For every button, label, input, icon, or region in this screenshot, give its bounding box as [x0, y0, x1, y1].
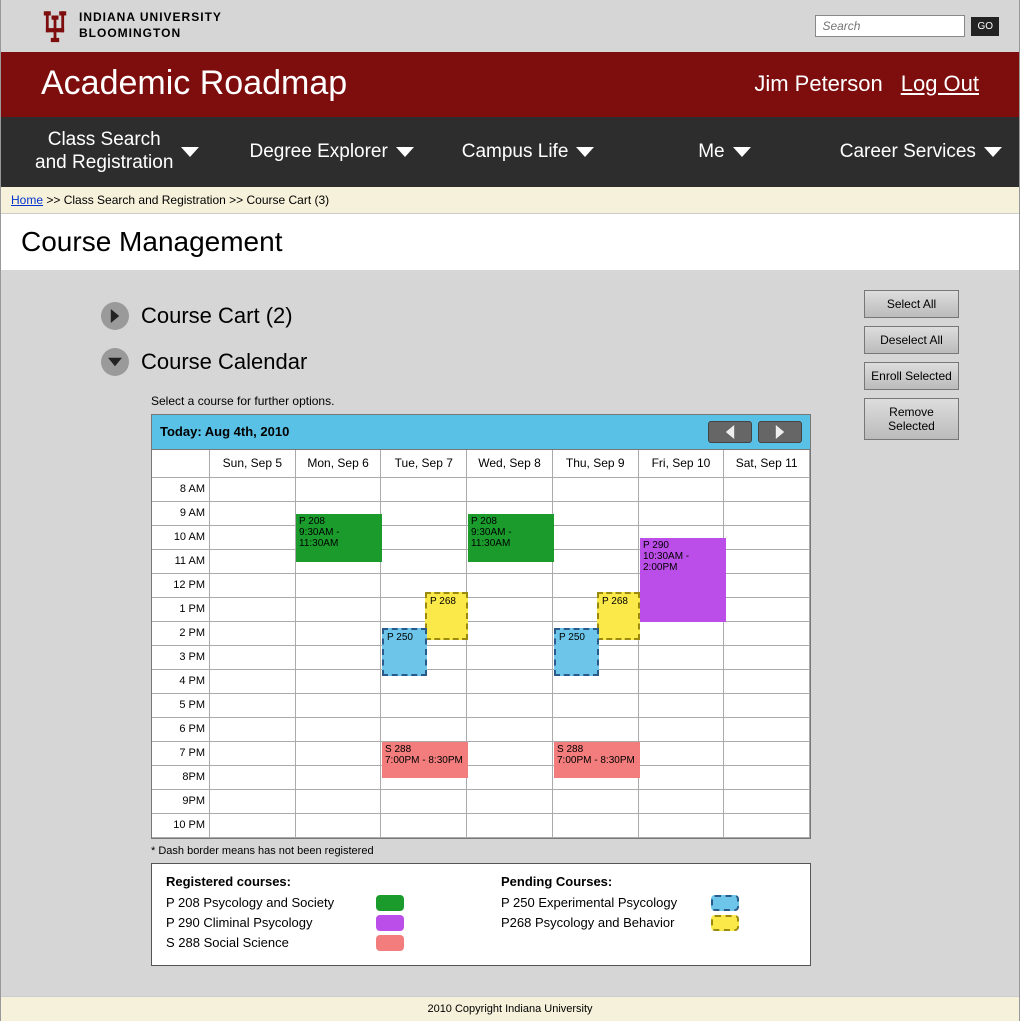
page-footer: 2010 Copyright Indiana University	[1, 996, 1019, 1021]
remove-selected-button[interactable]: Remove Selected	[864, 398, 959, 440]
search-go-button[interactable]: GO	[971, 17, 999, 36]
chevron-down-icon	[576, 147, 594, 157]
top-bar: INDIANA UNIVERSITY BLOOMINGTON GO	[1, 0, 1019, 52]
event-p208-wed[interactable]: P 208 9:30AM - 11:30AM	[468, 514, 554, 562]
event-p250-tue[interactable]: P 250	[382, 628, 427, 676]
enroll-selected-button[interactable]: Enroll Selected	[864, 362, 959, 390]
search-input[interactable]	[815, 15, 965, 37]
chevron-down-icon	[108, 355, 122, 369]
day-header: Tue, Sep 7	[381, 450, 467, 478]
course-cart-label: Course Cart (2)	[141, 303, 293, 329]
day-header: Wed, Sep 8	[467, 450, 553, 478]
app-header: Academic Roadmap Jim Peterson Log Out	[1, 52, 1019, 117]
search-area: GO	[815, 15, 999, 37]
breadcrumb: Home >> Class Search and Registration >>…	[1, 187, 1019, 214]
brand-text: INDIANA UNIVERSITY BLOOMINGTON	[79, 10, 222, 41]
nav-label: Campus Life	[462, 141, 569, 163]
select-all-button[interactable]: Select All	[864, 290, 959, 318]
event-p208-mon[interactable]: P 208 9:30AM - 11:30AM	[296, 514, 382, 562]
calendar-header: Today: Aug 4th, 2010	[151, 414, 811, 449]
color-swatch-yellow-dashed	[711, 915, 739, 931]
action-column: Select All Deselect All Enroll Selected …	[864, 290, 959, 440]
legend-item: P 250 Experimental Psycology	[501, 895, 796, 911]
arrow-right-icon	[773, 425, 787, 439]
day-header: Thu, Sep 9	[553, 450, 639, 478]
color-swatch-blue-dashed	[711, 895, 739, 911]
color-swatch-red	[376, 935, 404, 951]
course-cart-section: Course Cart (2)	[101, 302, 959, 330]
calendar: Today: Aug 4th, 2010 Sun, Sep 5 Mon, Sep…	[151, 414, 811, 839]
legend-registered: Registered courses: P 208 Psycology and …	[166, 874, 461, 955]
event-s288-tue[interactable]: S 288 7:00PM - 8:30PM	[382, 742, 468, 778]
user-area: Jim Peterson Log Out	[754, 71, 979, 97]
user-name: Jim Peterson	[754, 71, 882, 97]
course-calendar-label: Course Calendar	[141, 349, 307, 375]
calendar-instruction: Select a course for further options.	[151, 394, 959, 408]
breadcrumb-mid: Class Search and Registration	[64, 193, 226, 207]
course-calendar-section: Course Calendar	[101, 348, 959, 376]
day-header: Sun, Sep 5	[210, 450, 296, 478]
calendar-footnote: * Dash border means has not been registe…	[151, 845, 959, 857]
calendar-day-header-row: Sun, Sep 5 Mon, Sep 6 Tue, Sep 7 Wed, Se…	[152, 450, 810, 478]
app-title: Academic Roadmap	[41, 64, 347, 103]
legend-item: P 208 Psycology and Society	[166, 895, 461, 911]
calendar-today-label: Today: Aug 4th, 2010	[160, 424, 289, 439]
deselect-all-button[interactable]: Deselect All	[864, 326, 959, 354]
page-title: Course Management	[21, 226, 999, 258]
event-p290-fri[interactable]: P 290 10:30AM - 2:00PM	[640, 538, 726, 622]
day-header: Mon, Sep 6	[296, 450, 382, 478]
calendar-prev-button[interactable]	[708, 421, 752, 443]
chevron-down-icon	[984, 147, 1002, 157]
legend-item: S 288 Social Science	[166, 935, 461, 951]
legend-item: P268 Psycology and Behavior	[501, 915, 796, 931]
chevron-right-icon	[108, 309, 122, 323]
nav-class-search[interactable]: Class Search and Registration	[1, 117, 233, 187]
breadcrumb-home[interactable]: Home	[11, 193, 43, 207]
event-p268-thu[interactable]: P 268	[597, 592, 640, 640]
calendar-grid: Sun, Sep 5 Mon, Sep 6 Tue, Sep 7 Wed, Se…	[151, 449, 811, 839]
nav-me[interactable]: Me	[626, 117, 822, 187]
brand-line1: INDIANA UNIVERSITY	[79, 10, 222, 26]
main-nav: Class Search and Registration Degree Exp…	[1, 117, 1019, 187]
nav-label: Degree Explorer	[249, 141, 387, 163]
page-title-bar: Course Management	[1, 214, 1019, 270]
chevron-down-icon	[181, 147, 199, 157]
legend-pending: Pending Courses: P 250 Experimental Psyc…	[501, 874, 796, 955]
legend-item: P 290 Climinal Psycology	[166, 915, 461, 931]
breadcrumb-tail: Course Cart (3)	[246, 193, 329, 207]
brand: INDIANA UNIVERSITY BLOOMINGTON	[41, 8, 222, 44]
content-area: Select All Deselect All Enroll Selected …	[1, 270, 1019, 996]
legend-registered-head: Registered courses:	[166, 874, 461, 889]
iu-trident-logo	[41, 8, 69, 44]
day-header: Fri, Sep 10	[639, 450, 725, 478]
legend: Registered courses: P 208 Psycology and …	[151, 863, 811, 966]
event-p250-thu[interactable]: P 250	[554, 628, 599, 676]
event-p268-tue[interactable]: P 268	[425, 592, 468, 640]
color-swatch-green	[376, 895, 404, 911]
legend-pending-head: Pending Courses:	[501, 874, 796, 889]
day-header: Sat, Sep 11	[724, 450, 810, 478]
nav-degree-explorer[interactable]: Degree Explorer	[233, 117, 429, 187]
color-swatch-purple	[376, 915, 404, 931]
brand-line2: BLOOMINGTON	[79, 26, 222, 42]
nav-label: Career Services	[840, 141, 976, 163]
nav-campus-life[interactable]: Campus Life	[430, 117, 626, 187]
logout-link[interactable]: Log Out	[901, 71, 979, 97]
chevron-down-icon	[733, 147, 751, 157]
nav-career-services[interactable]: Career Services	[823, 117, 1019, 187]
nav-label: Me	[698, 141, 724, 163]
nav-label: Class Search and Registration	[35, 129, 173, 175]
calendar-next-button[interactable]	[758, 421, 802, 443]
arrow-left-icon	[723, 425, 737, 439]
event-s288-thu[interactable]: S 288 7:00PM - 8:30PM	[554, 742, 640, 778]
expand-cart-button[interactable]	[101, 302, 129, 330]
chevron-down-icon	[396, 147, 414, 157]
collapse-calendar-button[interactable]	[101, 348, 129, 376]
